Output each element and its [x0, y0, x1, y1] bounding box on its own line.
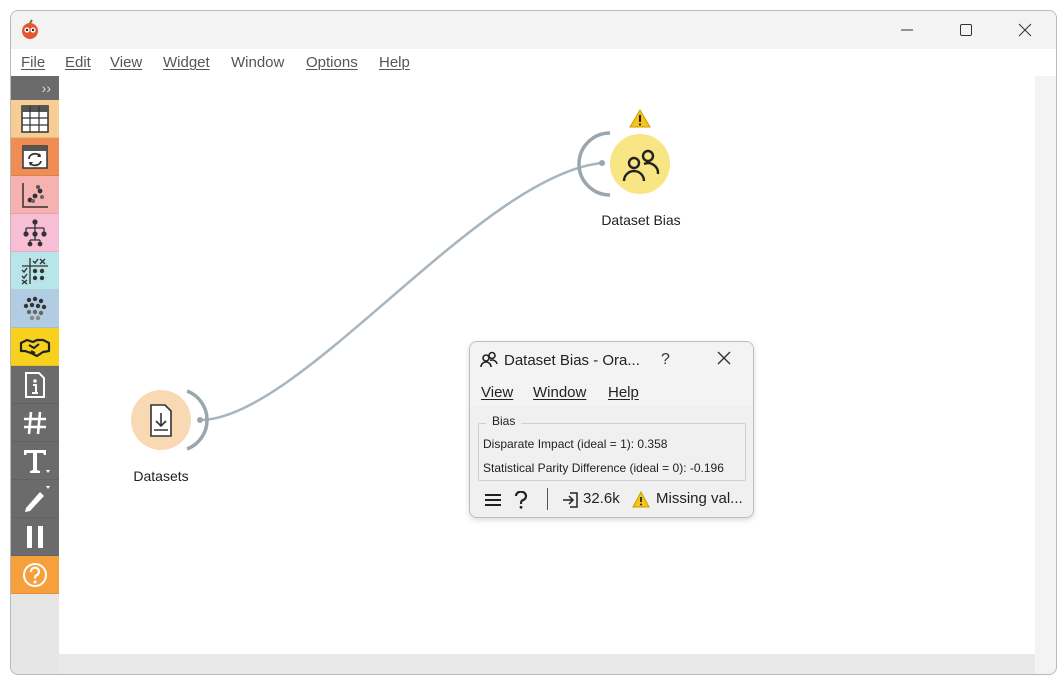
popup-title: Dataset Bias - Ora... — [504, 352, 640, 369]
hamburger-menu-icon[interactable] — [485, 493, 501, 507]
popup-body: Bias Disparate Impact (ideal = 1): 0.358… — [470, 406, 753, 482]
popup-title-bar: Dataset Bias - Ora... ? — [470, 342, 753, 378]
input-data-icon — [563, 492, 578, 508]
download-file-icon — [150, 404, 172, 437]
dataset-bias-window: Dataset Bias - Ora... ? View Window Help… — [469, 341, 754, 518]
node-label-datasets: Datasets — [133, 468, 189, 484]
statistical-parity-value: Statistical Parity Difference (ideal = 0… — [483, 461, 724, 475]
popup-menu-bar: View Window Help — [470, 378, 753, 406]
users-icon — [480, 351, 498, 368]
bias-group-title: Bias — [486, 414, 522, 428]
popup-status-bar: 32.6k Missing val... — [470, 482, 753, 517]
node-label-dataset-bias: Dataset Bias — [601, 212, 681, 228]
help-icon[interactable] — [514, 491, 528, 509]
status-warning-text[interactable]: Missing val... — [656, 490, 743, 507]
close-icon[interactable] — [716, 350, 732, 366]
popup-context-help-button[interactable]: ? — [661, 351, 670, 369]
disparate-impact-value: Disparate Impact (ideal = 1): 0.358 — [483, 437, 668, 451]
status-separator — [547, 488, 548, 510]
popup-menu-view[interactable]: View — [481, 384, 513, 401]
warning-icon — [629, 109, 651, 128]
popup-menu-window[interactable]: Window — [533, 384, 586, 401]
warning-icon — [632, 491, 650, 508]
input-data-count[interactable]: 32.6k — [583, 490, 620, 507]
popup-menu-help[interactable]: Help — [608, 384, 639, 401]
